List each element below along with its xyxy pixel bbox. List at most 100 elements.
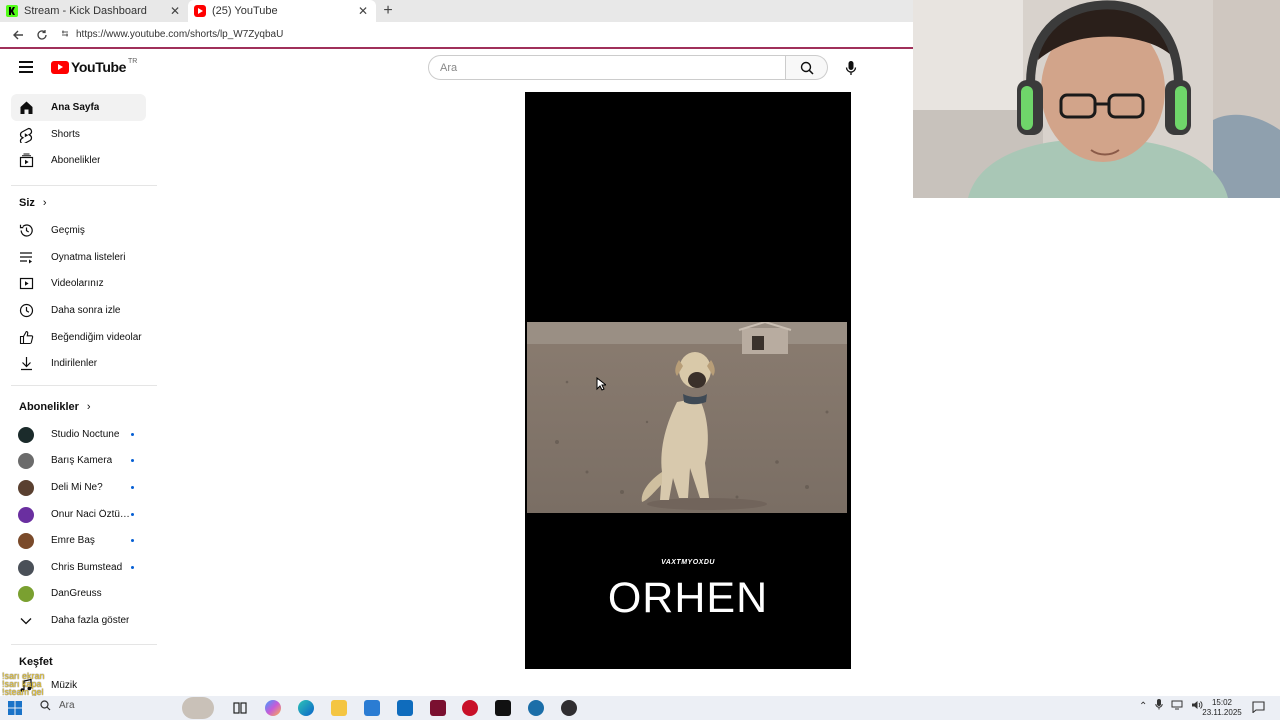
media-app-icon[interactable]	[430, 700, 446, 716]
back-button[interactable]	[6, 24, 30, 46]
site-info-icon[interactable]	[60, 28, 70, 41]
windows-start-icon[interactable]	[8, 701, 22, 715]
voice-search-button[interactable]	[838, 55, 864, 81]
new-content-dot	[131, 459, 134, 462]
clock-time: 15:02	[1211, 698, 1233, 707]
sidebar-channel-studio-noctune[interactable]: Studio Noctune	[11, 421, 146, 448]
home-icon	[18, 100, 34, 116]
watch-later-icon	[18, 303, 34, 319]
sidebar-item-watch-later[interactable]: Daha sonra izle	[11, 297, 146, 324]
tab-youtube[interactable]: (25) YouTube ✕	[188, 0, 376, 22]
url-text: https://www.youtube.com/shorts/lp_W7Zyqb…	[76, 29, 284, 40]
sidebar-item-history[interactable]: Geçmiş	[11, 217, 146, 244]
video-frame-dog	[527, 322, 847, 513]
shorts-icon	[18, 127, 34, 143]
microphone-icon[interactable]	[1155, 699, 1164, 713]
channel-name: Barış Kamera	[51, 455, 113, 466]
sidebar-item-label: Abonelikler	[51, 155, 101, 166]
avatar	[18, 559, 34, 576]
stream-chat-overlay: !sarı ekran !sarı kapa !steam gel	[2, 672, 45, 697]
your-videos-icon	[18, 276, 34, 292]
search-box	[428, 55, 786, 80]
tab-title: (25) YouTube	[212, 5, 278, 17]
address-bar: https://www.youtube.com/shorts/lp_W7Zyqb…	[0, 22, 913, 49]
microsoft-store-icon[interactable]	[364, 700, 380, 716]
taskbar-clock[interactable]: 15:02 23.11.2025	[1200, 698, 1244, 718]
sidebar: Ana Sayfa Shorts Abonelikler Siz › Geçmi…	[0, 92, 160, 696]
avatar	[18, 479, 34, 496]
sidebar-divider	[11, 644, 157, 645]
avatar	[18, 506, 34, 523]
task-view-icon[interactable]	[232, 700, 248, 716]
sidebar-item-downloads[interactable]: İndirilenler	[11, 350, 146, 377]
sidebar-item-subscriptions[interactable]: Abonelikler	[11, 147, 146, 174]
copilot-icon[interactable]	[265, 700, 281, 716]
sidebar-show-more[interactable]: Daha fazla göster	[11, 607, 146, 634]
country-code: TR	[128, 57, 138, 65]
close-tab-icon[interactable]: ✕	[168, 4, 182, 18]
sidebar-channel-baris-kamera[interactable]: Barış Kamera	[11, 447, 146, 474]
video-caption-big: ORHEN	[607, 574, 769, 622]
sidebar-divider	[11, 185, 157, 186]
sidebar-divider	[11, 385, 157, 386]
chevron-up-icon[interactable]: ⌃	[1139, 701, 1147, 712]
tab-kick-dashboard[interactable]: Stream - Kick Dashboard ✕	[0, 0, 188, 22]
sidebar-item-label: Videolarınız	[51, 278, 104, 289]
search-input[interactable]	[440, 61, 785, 74]
outlook-icon[interactable]	[397, 700, 413, 716]
close-tab-icon[interactable]: ✕	[356, 4, 370, 18]
avatar	[18, 426, 34, 443]
network-icon[interactable]	[1171, 700, 1183, 713]
new-content-dot	[131, 433, 134, 436]
sidebar-item-playlists[interactable]: Oynatma listeleri	[11, 244, 146, 271]
sidebar-channel-chris-bumstead[interactable]: Chris Bumstead	[11, 554, 146, 581]
sidebar-channel-emre-bas[interactable]: Emre Baş	[11, 527, 146, 554]
sidebar-you-header[interactable]: Siz ›	[19, 197, 47, 209]
mouse-cursor-icon	[596, 377, 606, 391]
sidebar-item-label: Müzik	[51, 680, 78, 691]
game-launcher-icon[interactable]	[462, 700, 478, 716]
channel-name: Studio Noctune	[51, 429, 120, 440]
search-button[interactable]	[786, 55, 828, 80]
taskbar-search[interactable]: Ara	[40, 700, 75, 711]
microphone-icon	[845, 61, 857, 75]
kick-favicon-icon	[6, 5, 18, 17]
sidebar-channel-deli-mi-ne[interactable]: Deli Mi Ne?	[11, 474, 146, 501]
sidebar-subscriptions-header[interactable]: Abonelikler ›	[19, 401, 91, 413]
edge-browser-icon[interactable]	[298, 700, 314, 716]
sidebar-item-liked-videos[interactable]: Beğendiğim videolar	[11, 324, 146, 351]
menu-icon[interactable]	[19, 61, 33, 73]
shorts-player[interactable]: VAXTMYOXDU ORHEN	[525, 92, 851, 669]
section-title: Abonelikler	[19, 401, 79, 413]
search-icon	[800, 61, 814, 75]
obs-icon[interactable]	[561, 700, 577, 716]
sidebar-item-label: Ana Sayfa	[51, 102, 100, 113]
sidebar-item-shorts[interactable]: Shorts	[11, 121, 146, 148]
chevron-down-icon	[18, 613, 34, 629]
youtube-logo[interactable]: YouTube TR	[51, 57, 138, 75]
logo-text: YouTube	[71, 59, 127, 75]
file-explorer-icon[interactable]	[331, 700, 347, 716]
chevron-right-icon: ›	[42, 197, 47, 209]
reload-button[interactable]	[30, 24, 54, 46]
channel-name: Emre Baş	[51, 535, 95, 546]
capcut-icon[interactable]	[495, 700, 511, 716]
sidebar-item-label: İndirilenler	[51, 358, 98, 369]
sidebar-item-label: Geçmiş	[51, 225, 85, 236]
steam-icon[interactable]	[528, 700, 544, 716]
taskbar-search-label: Ara	[59, 700, 75, 711]
sidebar-item-home[interactable]: Ana Sayfa	[11, 94, 146, 121]
youtube-header: YouTube TR	[0, 50, 913, 90]
chevron-right-icon: ›	[86, 401, 91, 413]
sidebar-item-your-videos[interactable]: Videolarınız	[11, 270, 146, 297]
new-content-dot	[131, 566, 134, 569]
notification-icon[interactable]	[1252, 701, 1265, 713]
tab-title: Stream - Kick Dashboard	[24, 5, 147, 17]
new-tab-button[interactable]: +	[376, 0, 400, 22]
search-highlight-icon[interactable]	[182, 697, 214, 719]
sidebar-channel-onur-naci-ozturk[interactable]: Onur Naci Öztürk...	[11, 501, 146, 528]
url-field[interactable]: https://www.youtube.com/shorts/lp_W7Zyqb…	[54, 24, 913, 46]
youtube-play-icon	[51, 60, 69, 74]
channel-name: Deli Mi Ne?	[51, 482, 103, 493]
sidebar-channel-dangreuss[interactable]: DanGreuss	[11, 580, 146, 607]
